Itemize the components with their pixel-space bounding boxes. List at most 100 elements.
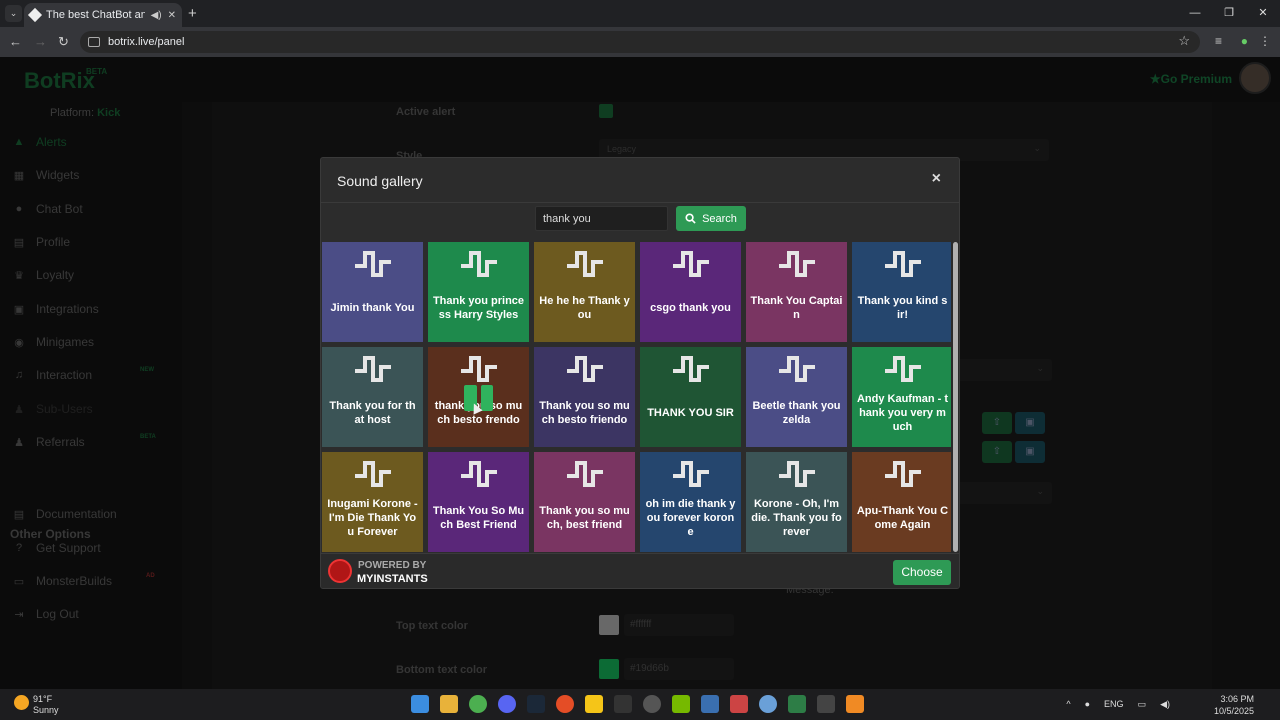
sound-tile[interactable]: Thank you for that host [322,347,423,447]
browser-menu-icon[interactable]: ⋮ [1259,34,1271,48]
bookmark-star-icon[interactable]: ☆ [1178,33,1190,49]
microphone-icon[interactable]: ● [1085,699,1090,710]
sound-wave-icon [354,461,391,487]
sound-wave-icon [566,356,603,382]
sound-wave-icon [672,461,709,487]
sound-tile[interactable]: THANK YOU SIR [640,347,741,447]
app-icon[interactable] [701,695,719,713]
sound-tile-label: Thank you so much besto friendo [539,400,630,426]
sound-tile-label: Andy Kaufman - thank you very much [856,393,949,433]
sound-tile[interactable]: csgo thank you [640,242,741,342]
app-icon[interactable] [730,695,748,713]
sound-tile-label: Thank You So Much Best Friend [432,505,525,531]
url-text: botrix.live/panel [108,36,185,48]
app-icon[interactable] [788,695,806,713]
sound-wave-icon [778,251,815,277]
sound-tile-label: Thank you kind sir! [857,295,948,321]
sound-wave-icon [460,251,497,277]
sound-tile[interactable]: Thank you so much, best friend [534,452,635,552]
media-controls-icon[interactable]: ≡ [1215,34,1222,48]
site-info-icon[interactable] [88,37,100,47]
weather-sun-icon[interactable] [14,695,29,710]
sound-tile[interactable]: Thank you kind sir! [852,242,953,342]
audio-playing-icon[interactable]: ◀) [151,10,162,21]
sound-tile[interactable]: oh im die thank you forever korone [640,452,741,552]
clock-time: 3:06 PM [1220,694,1254,704]
grid-scrollbar-thumb[interactable] [953,242,958,552]
modal-header: Sound gallery × [321,158,959,203]
sound-search-input[interactable]: thank you [535,206,668,231]
sound-wave-icon [460,356,497,382]
clock[interactable]: 3:06 PM 10/5/2025 [1214,693,1254,717]
rockstar-icon[interactable] [585,695,603,713]
sound-tile[interactable]: Thank you so much besto friendo [534,347,635,447]
back-icon[interactable]: ← [9,34,22,49]
close-icon[interactable]: × [932,170,941,188]
myinstants-logo-icon [328,559,352,583]
choose-button[interactable]: Choose [893,560,951,585]
sound-grid: Jimin thank You Thank you princess Harry … [321,242,953,553]
sound-wave-icon [354,251,391,277]
url-field[interactable]: botrix.live/panel [80,31,1200,53]
sound-tile[interactable]: He he he Thank you [534,242,635,342]
volume-icon[interactable]: ◀) [1160,699,1170,710]
provider-name: MYINSTANTS [357,573,428,585]
sound-tile[interactable]: Thank You So Much Best Friend [428,452,529,552]
ea-icon[interactable] [556,695,574,713]
language-indicator[interactable]: ENG [1104,699,1124,710]
sound-wave-icon [672,356,709,382]
new-tab-icon[interactable]: + [188,5,197,22]
weather-temperature[interactable]: 91°F [33,694,52,704]
sound-tile-label: Beetle thank you zelda [752,400,841,426]
weather-description[interactable]: Sunny [33,705,59,715]
chevron-up-icon[interactable]: ^ [1066,699,1070,710]
app-icon[interactable] [817,695,835,713]
app-icon[interactable] [846,695,864,713]
sound-tile[interactable]: Beetle thank you zelda [746,347,847,447]
close-window-icon[interactable]: ✕ [1246,0,1280,27]
discord-icon[interactable] [498,695,516,713]
epic-games-icon[interactable] [614,695,632,713]
nvidia-icon[interactable] [672,695,690,713]
app-icon[interactable] [759,695,777,713]
sound-tile-label: Apu-Thank You Come Again [856,505,949,531]
sound-tile[interactable]: Jimin thank You [322,242,423,342]
sound-tile[interactable]: Thank you princess Harry Styles [428,242,529,342]
sound-wave-icon [566,251,603,277]
forward-icon[interactable]: → [34,34,47,49]
sound-wave-icon [884,461,921,487]
steam-icon[interactable] [527,695,545,713]
search-button[interactable]: Search [676,206,746,231]
network-icon[interactable]: ▭ [1138,699,1147,710]
sound-wave-icon [460,461,497,487]
sound-tile[interactable]: Inugami Korone - I'm Die Thank You Forev… [322,452,423,552]
sound-tile[interactable]: Apu-Thank You Come Again [852,452,953,552]
tab-search-button[interactable]: ⌄ [5,5,22,22]
browser-tab[interactable]: The best ChatBot and Widg ◀) ✕ [24,3,182,27]
sound-tile-label: Jimin thank You [330,302,415,314]
file-explorer-icon[interactable] [440,695,458,713]
search-icon [685,213,696,224]
clock-date: 10/5/2025 [1213,706,1254,716]
obs-icon[interactable] [643,695,661,713]
sound-wave-icon [778,461,815,487]
restore-icon[interactable]: ❐ [1212,0,1246,27]
taskbar-apps [411,695,864,713]
start-icon[interactable] [411,695,429,713]
system-tray: ^ ● ENG ▭ ◀) [1066,699,1170,710]
sound-tile[interactable]: Andy Kaufman - thank you very much [852,347,953,447]
sound-wave-icon [884,251,921,277]
chrome-icon[interactable] [469,695,487,713]
windows-taskbar: 91°F Sunny ^ ● ENG ▭ ◀) 3:06 PM 10/5/2025 [0,689,1280,720]
sound-gallery-modal: Sound gallery × thank you Search Jimin t… [320,157,960,589]
minimize-icon[interactable]: — [1178,0,1212,27]
address-bar-row: ← → ↻ botrix.live/panel ☆ ≡ ● ⋮ [0,27,1280,57]
reload-icon[interactable]: ↻ [58,34,69,50]
sound-wave-icon [354,356,391,382]
sound-wave-icon [778,356,815,382]
extension-icon[interactable]: ● [1241,34,1248,48]
sound-tile[interactable]: Korone - Oh, I'm die. Thank you forever [746,452,847,552]
close-tab-icon[interactable]: ✕ [168,10,176,21]
browser-tabstrip: ⌄ The best ChatBot and Widg ◀) ✕ + — ❐ ✕ [0,0,1280,27]
sound-tile[interactable]: Thank You Captain [746,242,847,342]
